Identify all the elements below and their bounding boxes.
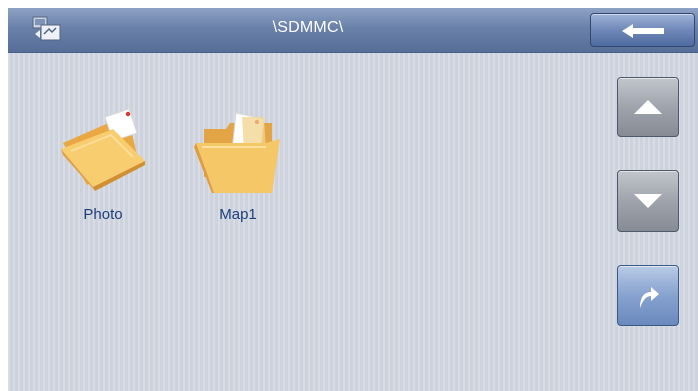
back-button[interactable] <box>590 13 695 47</box>
file-explorer-icon <box>30 14 66 44</box>
scroll-up-button[interactable] <box>617 77 679 137</box>
current-path-title: \SDMMC\ <box>272 19 344 36</box>
title-bar: \SDMMC\ <box>8 8 698 53</box>
folder-open-icon <box>194 112 280 193</box>
folder-closed-icon <box>61 108 145 191</box>
triangle-down-icon <box>634 194 662 208</box>
arrow-left-icon <box>622 24 664 38</box>
open-button[interactable] <box>617 265 679 326</box>
folder-label: Photo <box>83 206 123 223</box>
folder-label: Map1 <box>219 206 257 223</box>
folder-item-map1[interactable]: Map1 <box>178 83 298 233</box>
curved-arrow-forward-icon <box>640 286 659 308</box>
scroll-down-button[interactable] <box>617 170 679 232</box>
folder-item-photo[interactable]: Photo <box>43 83 163 233</box>
triangle-up-icon <box>634 100 662 114</box>
file-browser-screen: \SDMMC\ Photo Map1 <box>8 8 698 391</box>
